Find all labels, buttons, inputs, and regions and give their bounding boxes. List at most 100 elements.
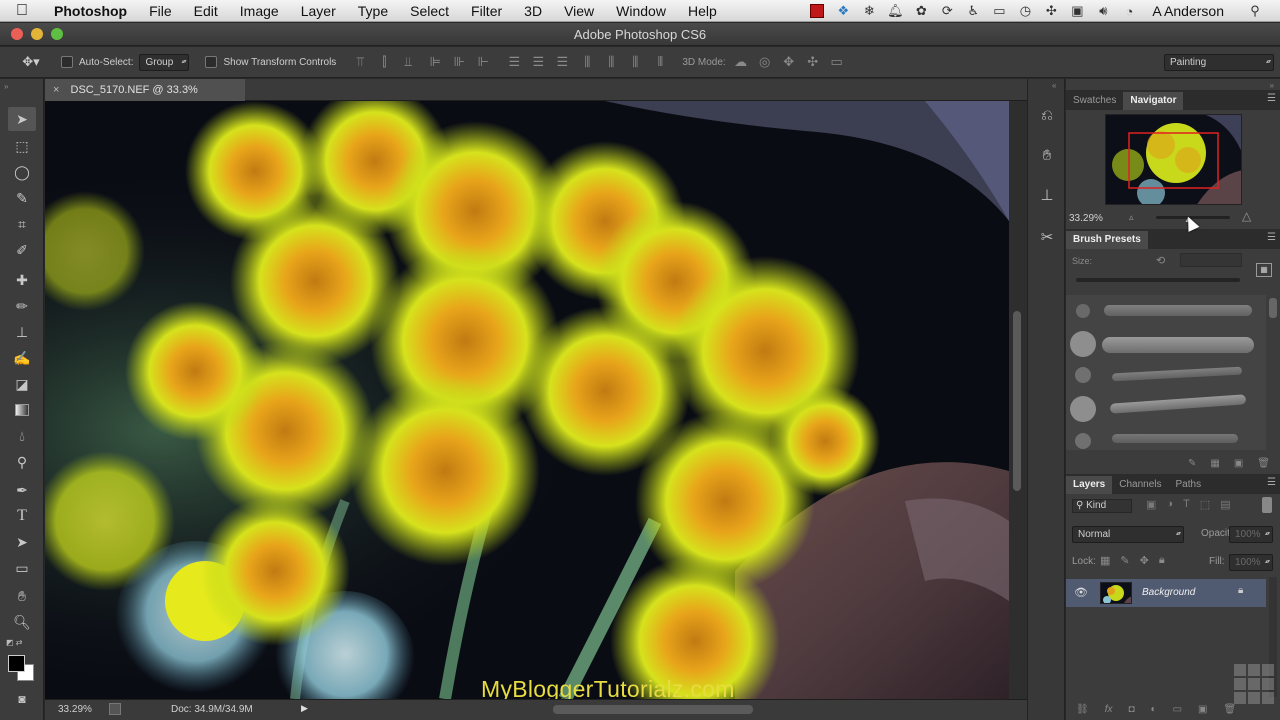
- menu-filter[interactable]: Filter: [460, 3, 513, 19]
- horizontal-scrollbar[interactable]: [553, 705, 753, 714]
- new-brush-preset-icon[interactable]: ▦: [1256, 263, 1272, 277]
- auto-select-checkbox[interactable]: [61, 56, 73, 68]
- tab-paths[interactable]: Paths: [1169, 476, 1209, 494]
- dropbox-icon[interactable]: ❖: [832, 3, 854, 19]
- auto-align-icon[interactable]: ⫴: [651, 53, 669, 71]
- 3d-roll-icon[interactable]: ◎: [756, 53, 774, 71]
- time-machine-icon[interactable]: ◷: [1014, 3, 1036, 19]
- distribute-right-icon[interactable]: ⫼: [626, 53, 644, 71]
- menu-file[interactable]: File: [138, 3, 183, 19]
- hand-tool-icon[interactable]: ✋︎: [8, 584, 36, 608]
- quick-selection-tool-icon[interactable]: ✎: [8, 186, 36, 210]
- filter-toggle-icon[interactable]: [1262, 497, 1272, 513]
- show-transform-checkbox[interactable]: [205, 56, 218, 68]
- marquee-tool-icon[interactable]: ⬚: [8, 134, 36, 158]
- keyboard-icon[interactable]: ▣: [1066, 3, 1088, 19]
- zoom-tool-icon[interactable]: 🔍︎: [8, 610, 36, 634]
- brush-panel-icon[interactable]: ✂: [1037, 227, 1057, 247]
- history-brush-tool-icon[interactable]: ✍: [8, 346, 36, 370]
- workspace-dropdown[interactable]: Painting: [1164, 54, 1274, 71]
- menu-image[interactable]: Image: [229, 3, 290, 19]
- brush-size-field[interactable]: [1180, 253, 1242, 267]
- tab-channels[interactable]: Channels: [1112, 476, 1168, 494]
- navigator-panel-menu-icon[interactable]: ☰: [1267, 93, 1276, 104]
- align-left-icon[interactable]: ⊫: [426, 53, 444, 71]
- distribute-vcenter-icon[interactable]: ☰: [529, 53, 547, 71]
- move-tool-preset-icon[interactable]: ✥▾: [22, 53, 40, 71]
- tab-layers[interactable]: Layers: [1066, 476, 1113, 494]
- snowflake-icon[interactable]: ❄: [858, 3, 880, 19]
- close-window-button[interactable]: [11, 28, 23, 40]
- lasso-tool-icon[interactable]: ◯: [8, 160, 36, 184]
- lock-position-icon[interactable]: ✥: [1140, 554, 1149, 567]
- menu-window[interactable]: Window: [605, 3, 677, 19]
- align-bottom-icon[interactable]: ⫫: [399, 53, 417, 71]
- spotlight-search-icon[interactable]: ⚲: [1244, 3, 1266, 19]
- menu-app[interactable]: Photoshop: [44, 3, 138, 19]
- sync-icon[interactable]: ⟳: [936, 3, 958, 19]
- collapse-panels-icon[interactable]: »: [1270, 81, 1274, 90]
- document-tab[interactable]: × DSC_5170.NEF @ 33.3% (RGB/8*): [45, 79, 245, 118]
- zoom-out-icon[interactable]: ▵: [1129, 212, 1134, 223]
- status-export-icon[interactable]: [109, 703, 121, 715]
- align-right-icon[interactable]: ⊩: [474, 53, 492, 71]
- document-canvas[interactable]: [45, 101, 1009, 699]
- clone-source-panel-icon[interactable]: ⊥: [1037, 185, 1057, 205]
- menu-type[interactable]: Type: [347, 3, 399, 19]
- notification-bell-icon[interactable]: 🔔︎: [884, 3, 906, 19]
- menu-3d[interactable]: 3D: [513, 3, 553, 19]
- filter-smart-object-icon[interactable]: ▤: [1220, 498, 1230, 511]
- display-icon[interactable]: ▭: [988, 3, 1010, 19]
- eyedropper-tool-icon[interactable]: ✐: [8, 238, 36, 262]
- user-name[interactable]: A Anderson: [1142, 3, 1242, 19]
- navigator-thumbnail[interactable]: [1105, 114, 1242, 205]
- menu-layer[interactable]: Layer: [290, 3, 347, 19]
- history-panel-icon[interactable]: ⎌: [1037, 105, 1057, 125]
- new-layer-icon[interactable]: ▣: [1198, 704, 1207, 715]
- expand-dock-icon[interactable]: «: [1052, 81, 1056, 90]
- menu-view[interactable]: View: [553, 3, 605, 19]
- filter-type-icon[interactable]: T: [1183, 498, 1190, 511]
- record-icon[interactable]: [806, 3, 828, 19]
- layer-filter-dropdown[interactable]: ⚲ Kind: [1072, 499, 1132, 513]
- blur-tool-icon[interactable]: 💧︎: [8, 424, 36, 448]
- type-tool-icon[interactable]: T: [8, 504, 36, 528]
- brush-tool-icon[interactable]: ✏: [8, 294, 36, 318]
- filter-shape-icon[interactable]: ⬚: [1200, 498, 1210, 511]
- lock-all-icon[interactable]: 🔒︎: [1159, 554, 1165, 567]
- menu-select[interactable]: Select: [399, 3, 460, 19]
- tool-presets-panel-icon[interactable]: ✋︎: [1037, 145, 1057, 165]
- vertical-scroll-thumb[interactable]: [1013, 311, 1021, 491]
- rectangle-tool-icon[interactable]: ▭: [8, 556, 36, 580]
- tab-swatches[interactable]: Swatches: [1066, 92, 1123, 110]
- bluetooth-icon[interactable]: ✣: [1040, 3, 1062, 19]
- pen-tool-icon[interactable]: ✒: [8, 478, 36, 502]
- accessibility-icon[interactable]: ♿︎: [962, 3, 984, 19]
- align-top-icon[interactable]: ⫪: [351, 53, 369, 71]
- align-vcenter-icon[interactable]: ⫿: [375, 53, 393, 71]
- quick-mask-icon[interactable]: ◙: [8, 687, 36, 711]
- gradient-tool-icon[interactable]: [8, 398, 36, 422]
- 3d-drag-icon[interactable]: ✥: [780, 53, 798, 71]
- distribute-bottom-icon[interactable]: ☰: [553, 53, 571, 71]
- lock-transparency-icon[interactable]: ▦: [1100, 554, 1110, 567]
- eraser-tool-icon[interactable]: ◪: [8, 372, 36, 396]
- opacity-field[interactable]: 100%: [1229, 526, 1273, 543]
- menu-edit[interactable]: Edit: [183, 3, 229, 19]
- distribute-hcenter-icon[interactable]: ⫼: [602, 53, 620, 71]
- healing-brush-tool-icon[interactable]: ✚: [8, 268, 36, 292]
- add-mask-icon[interactable]: ◘: [1128, 704, 1134, 715]
- distribute-left-icon[interactable]: ⫼: [578, 53, 596, 71]
- delete-brush-icon[interactable]: 🗑︎: [1257, 458, 1270, 469]
- 3d-slide-icon[interactable]: ✣: [804, 53, 822, 71]
- move-tool-icon[interactable]: ➤: [8, 107, 36, 131]
- distribute-top-icon[interactable]: ☰: [505, 53, 523, 71]
- brush-size-slider[interactable]: [1076, 278, 1240, 282]
- brush-grid-icon[interactable]: ▦: [1210, 458, 1219, 469]
- status-menu-arrow-icon[interactable]: ▶: [301, 703, 308, 714]
- layers-panel-menu-icon[interactable]: ☰: [1267, 477, 1276, 488]
- tab-navigator[interactable]: Navigator: [1123, 92, 1184, 110]
- volume-icon[interactable]: 🔊︎: [1092, 3, 1114, 19]
- layer-visibility-eye-icon[interactable]: 👁︎: [1074, 586, 1088, 599]
- clock-icon[interactable]: ◔: [1118, 3, 1140, 19]
